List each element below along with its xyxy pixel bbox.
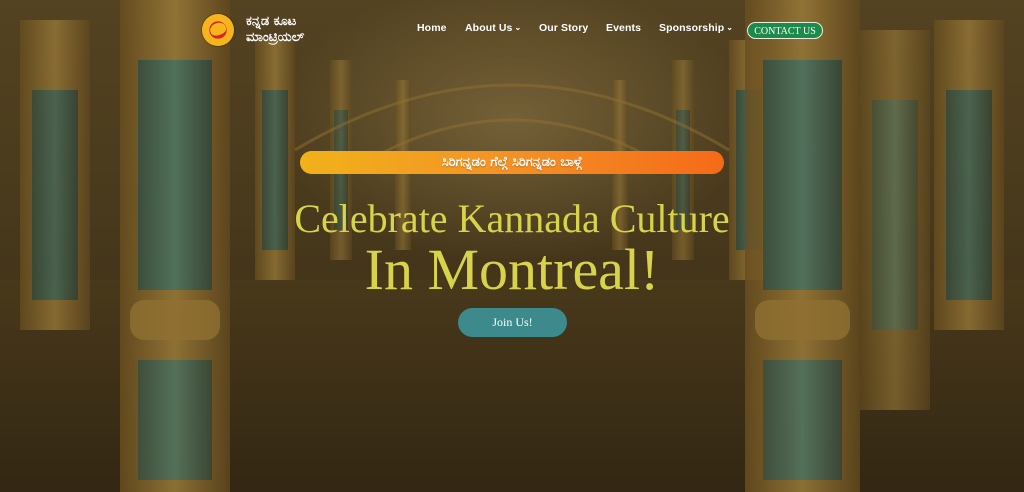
contact-us-button[interactable]: CONTACT US: [747, 22, 823, 39]
nav-sponsorship[interactable]: Sponsorship ⌄: [659, 22, 733, 34]
chevron-down-icon: ⌄: [726, 23, 734, 32]
hero-title-line2: In Montreal!: [364, 237, 660, 302]
hero-section: ಕನ್ನಡ ಕೂಟ ಮಾಂಟ್ರಿಯಲ್ Home About Us ⌄ Our …: [0, 0, 1024, 492]
hero-title-line1: Celebrate Kannada Culture: [294, 196, 730, 241]
nav-sponsorship-label: Sponsorship: [659, 22, 725, 34]
nav-events[interactable]: Events: [606, 22, 641, 34]
main-navigation: Home About Us ⌄ Our Story Events Sponsors…: [0, 22, 1024, 42]
nav-our-story[interactable]: Our Story: [539, 22, 588, 34]
kannada-slogan-banner: ಸಿರಿಗನ್ನಡಂ ಗೆಲ್ಗೆ ಸಿರಿಗನ್ನಡಂ ಬಾಳ್ಗೆ: [300, 151, 724, 174]
nav-home[interactable]: Home: [417, 22, 447, 34]
nav-about-us-label: About Us: [465, 22, 513, 34]
chevron-down-icon: ⌄: [514, 23, 522, 32]
nav-about-us[interactable]: About Us ⌄: [465, 22, 521, 34]
join-us-button[interactable]: Join Us!: [458, 308, 567, 337]
